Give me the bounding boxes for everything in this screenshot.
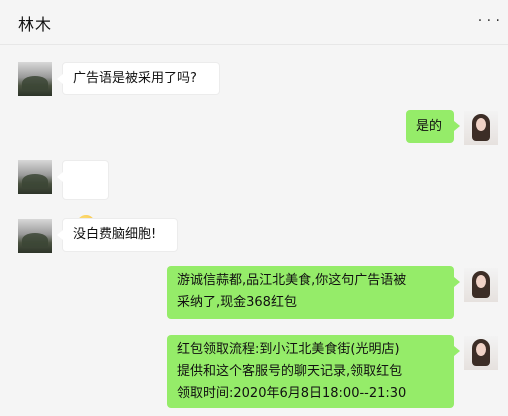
contact-avatar[interactable] <box>18 219 52 253</box>
chat-header: 林木 · · · <box>0 0 508 45</box>
avatar-face <box>476 343 486 356</box>
incoming-message-bubble: 没白费脑细胞! <box>57 218 178 252</box>
contact-name-title: 林木 <box>18 15 53 34</box>
avatar-face <box>476 275 486 288</box>
avatar-face <box>476 118 486 131</box>
incoming-emoji-bubble <box>57 160 109 233</box>
incoming-message-bubble: 广告语是被采用了吗? <box>57 62 220 95</box>
contact-avatar[interactable] <box>18 160 52 194</box>
my-avatar[interactable] <box>464 111 498 145</box>
my-avatar[interactable] <box>464 336 498 370</box>
outgoing-message-bubble: 是的 <box>406 110 460 143</box>
more-options-icon[interactable]: · · · <box>478 14 500 28</box>
outgoing-message-bubble: 红包领取流程:到小江北美食街(光明店) 提供和这个客服号的聊天记录,领取红包 领… <box>167 335 460 408</box>
my-avatar[interactable] <box>464 268 498 302</box>
contact-avatar[interactable] <box>18 62 52 96</box>
outgoing-message-bubble: 游诚信蒜都,品江北美食,你这句广告语被 采纳了,现金368红包 <box>167 266 460 319</box>
